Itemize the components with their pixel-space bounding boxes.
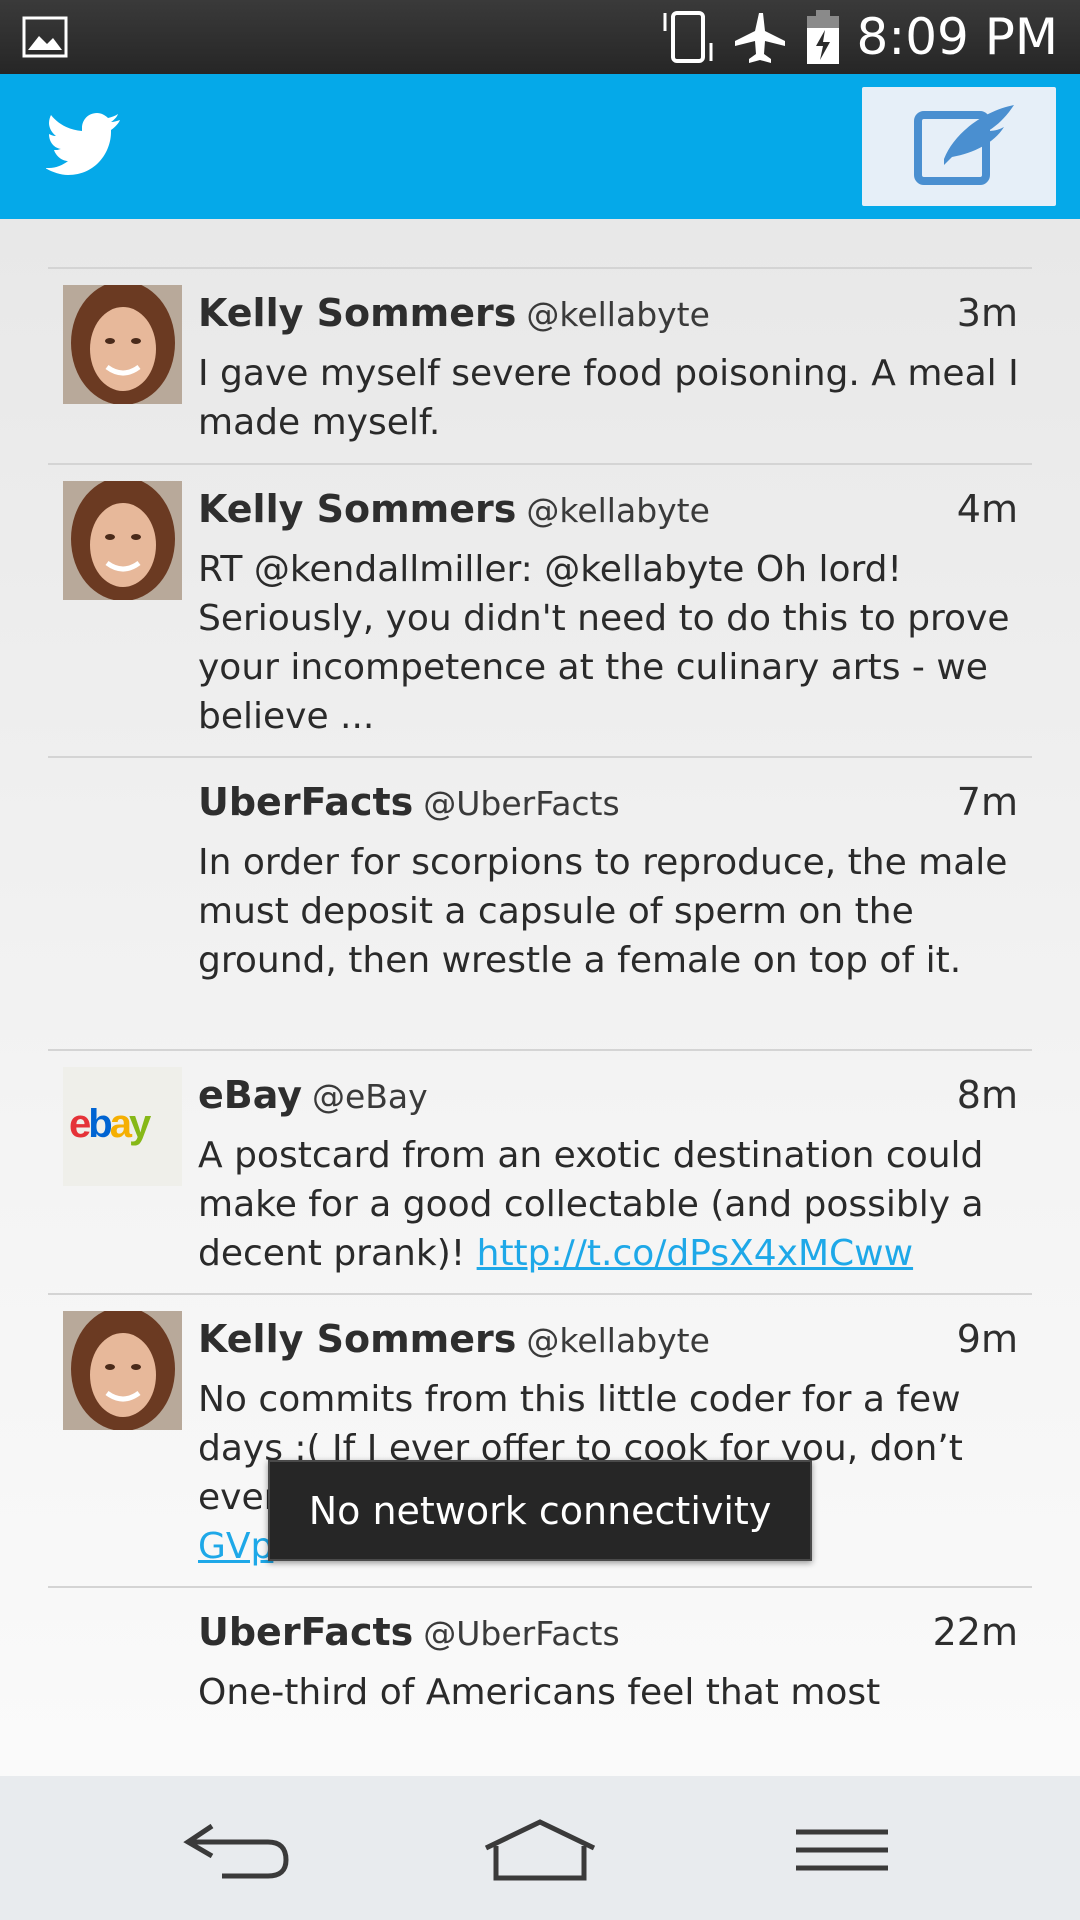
compose-tweet-icon (914, 105, 1014, 185)
home-icon[interactable] (482, 1818, 598, 1884)
tweet-item[interactable]: ebay eBay @eBay 8m A postcard from an exo… (48, 1049, 1032, 1293)
twitter-bird-icon[interactable] (46, 112, 122, 178)
tweet-timestamp: 22m (932, 1610, 1018, 1654)
tweet-item[interactable]: Kelly Sommers @kellabyte 4m RT @kendallmi… (48, 463, 1032, 756)
svg-text:ebay: ebay (69, 1102, 152, 1146)
tweet-header: UberFacts @UberFacts 7m (198, 780, 1018, 830)
tweet-text: RT @kendallmiller: @kellabyte Oh lord! S… (198, 549, 1010, 737)
tweet-text: In order for scorpions to reproduce, the… (198, 842, 1008, 981)
kelly-avatar[interactable] (63, 481, 182, 600)
tweet-text: I gave myself severe food poisoning. A m… (198, 353, 1019, 443)
tweet-author-handle: @UberFacts (423, 1614, 620, 1653)
tweet-header: UberFacts @UberFacts 22m (198, 1610, 1018, 1660)
battery-charging-icon (806, 10, 839, 64)
app-bar (0, 74, 1080, 219)
tweet-author-name[interactable]: Kelly Sommers (198, 487, 516, 531)
tweet-item[interactable]: UberFacts @UberFacts 7m In order for scor… (48, 756, 1032, 1049)
tweet-timestamp: 9m (956, 1317, 1018, 1361)
tweet-link[interactable]: GVp (198, 1526, 273, 1567)
tweet-author-handle: @UberFacts (423, 784, 620, 823)
ebay-logo[interactable]: ebay (63, 1067, 182, 1186)
compose-button[interactable] (862, 87, 1056, 206)
tweet-timestamp: 4m (956, 487, 1018, 531)
status-bar: 8:09 PM (0, 0, 1080, 74)
tweet-author-name[interactable]: Kelly Sommers (198, 291, 516, 335)
tweet-header: eBay @eBay 8m (198, 1073, 1018, 1123)
tweet-text: A postcard from an exotic destination co… (198, 1131, 1020, 1278)
status-time: 8:09 PM (856, 8, 1058, 66)
vibrate-icon (663, 11, 713, 63)
tweet-text: One-third of Americans feel that most (198, 1672, 881, 1713)
tweet-item[interactable]: Kelly Sommers @kellabyte 3m I gave myself… (48, 267, 1032, 463)
tweet-author-name[interactable]: Kelly Sommers (198, 1317, 516, 1361)
tweet-author-handle: @kellabyte (526, 295, 710, 334)
kelly-avatar[interactable] (63, 285, 182, 404)
tweet-author-handle: @kellabyte (526, 491, 710, 530)
tweet-item[interactable]: UberFacts @UberFacts 22m One-third of Ame… (48, 1586, 1032, 1776)
airplane-mode-icon (734, 13, 785, 63)
toast-message: No network connectivity (268, 1460, 812, 1561)
tweet-header: Kelly Sommers @kellabyte 4m (198, 487, 1018, 537)
tweet-author-name[interactable]: UberFacts (198, 1610, 413, 1654)
back-icon[interactable] (182, 1818, 292, 1884)
tweet-author-handle: @kellabyte (526, 1321, 710, 1360)
tweet-timestamp: 7m (956, 780, 1018, 824)
menu-icon[interactable] (794, 1818, 890, 1884)
tweet-timestamp: 8m (956, 1073, 1018, 1117)
tweet-header: Kelly Sommers @kellabyte 3m (198, 291, 1018, 341)
tweet-author-name[interactable]: UberFacts (198, 780, 413, 824)
navigation-bar (0, 1776, 1080, 1920)
tweet-timestamp: 3m (956, 291, 1018, 335)
tweet-header: Kelly Sommers @kellabyte 9m (198, 1317, 1018, 1367)
tweet-link[interactable]: http://t.co/dPsX4xMCww (477, 1233, 913, 1274)
image-notification-icon (22, 16, 68, 58)
tweet-author-name[interactable]: eBay (198, 1073, 302, 1117)
kelly-avatar[interactable] (63, 1311, 182, 1430)
tweet-author-handle: @eBay (311, 1077, 428, 1116)
